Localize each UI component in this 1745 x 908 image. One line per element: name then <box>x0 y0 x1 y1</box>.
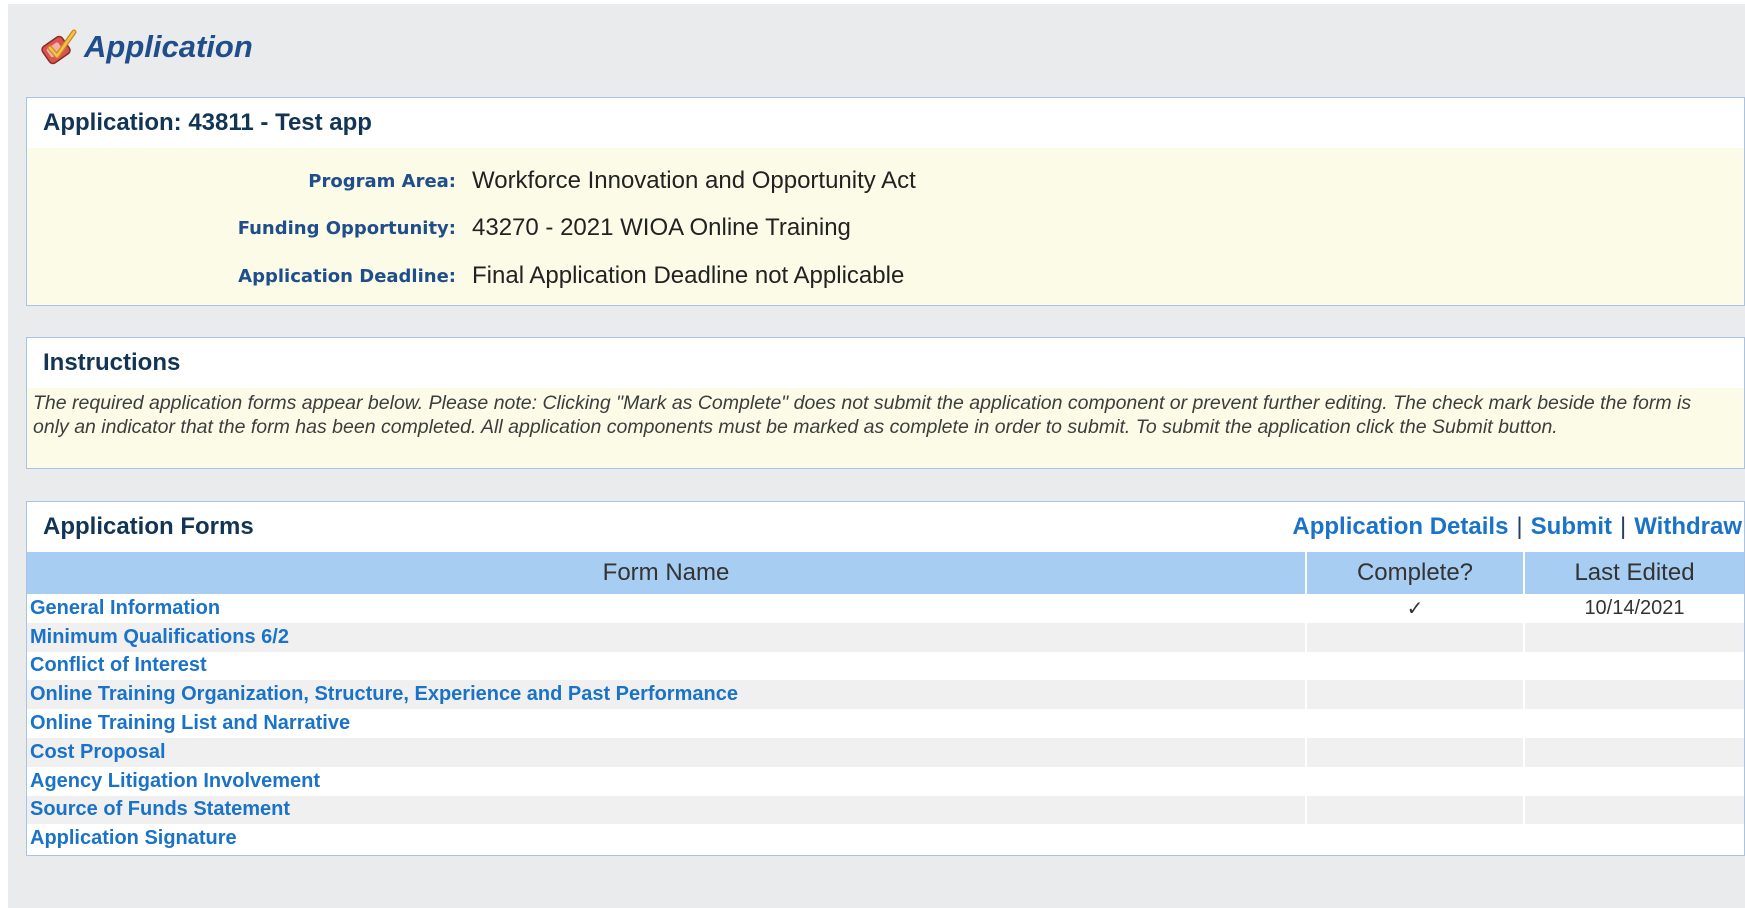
complete-cell <box>1306 622 1525 652</box>
complete-cell <box>1306 651 1525 681</box>
funding-opportunity-row: Funding Opportunity: 43270 - 2021 WIOA O… <box>27 208 1744 248</box>
application-details-link[interactable]: Application Details <box>1292 502 1508 552</box>
table-row: Cost Proposal <box>27 737 1744 767</box>
form-link-online-training-list[interactable]: Online Training List and Narrative <box>30 712 350 734</box>
form-link-application-signature[interactable]: Application Signature <box>30 827 237 849</box>
funding-opportunity-label: Funding Opportunity: <box>237 217 456 239</box>
table-row: Application Signature <box>27 824 1744 854</box>
program-area-row: Program Area: Workforce Innovation and O… <box>27 161 1744 201</box>
instructions-panel: Instructions The required application fo… <box>26 337 1745 469</box>
form-name-cell: Cost Proposal <box>27 737 1307 767</box>
form-name-cell: General Information <box>27 594 1307 623</box>
column-header-form-name: Form Name <box>27 552 1307 594</box>
complete-cell <box>1306 824 1525 854</box>
application-forms-panel: Application Forms Application Details | … <box>26 501 1745 856</box>
instructions-heading: Instructions <box>27 338 1744 388</box>
forms-heading: Application Forms <box>43 513 254 540</box>
table-row: Online Training List and Narrative <box>27 709 1744 738</box>
table-row: Online Training Organization, Structure,… <box>27 680 1744 710</box>
page-header: Application <box>36 22 253 72</box>
last-edited-cell <box>1524 622 1744 652</box>
last-edited-cell: 10/14/2021 <box>1524 594 1744 623</box>
complete-cell <box>1306 766 1525 796</box>
checkmark-clipboard-icon <box>36 26 78 68</box>
table-row: Agency Litigation Involvement <box>27 766 1744 796</box>
form-link-conflict-of-interest[interactable]: Conflict of Interest <box>30 654 207 676</box>
application-deadline-label: Application Deadline: <box>238 265 456 287</box>
last-edited-cell <box>1524 737 1744 767</box>
form-link-general-information[interactable]: General Information <box>30 597 220 619</box>
program-area-label: Program Area: <box>308 170 456 192</box>
form-link-source-of-funds[interactable]: Source of Funds Statement <box>30 798 290 820</box>
complete-cell <box>1306 709 1525 738</box>
application-details-panel: Application: 43811 - Test app Program Ar… <box>26 97 1745 306</box>
table-row: Minimum Qualifications 6/2 <box>27 622 1744 652</box>
table-header-row: Form Name Complete? Last Edited <box>27 552 1744 594</box>
complete-cell <box>1306 680 1525 710</box>
last-edited-cell <box>1524 795 1744 825</box>
column-header-last-edited: Last Edited <box>1524 552 1744 594</box>
application-deadline-value: Final Application Deadline not Applicabl… <box>472 262 905 289</box>
complete-cell <box>1306 737 1525 767</box>
funding-opportunity-value: 43270 - 2021 WIOA Online Training <box>472 214 851 241</box>
form-name-cell: Online Training Organization, Structure,… <box>27 680 1307 710</box>
table-row: General Information ✓ 10/14/2021 <box>27 594 1744 623</box>
link-separator: | <box>1516 513 1523 540</box>
forms-header: Application Forms Application Details | … <box>27 502 1744 552</box>
link-separator: | <box>1619 513 1627 540</box>
instructions-text: The required application forms appear be… <box>33 392 1692 438</box>
last-edited-cell <box>1524 680 1744 710</box>
forms-action-links: Application Details | Submit | Withdraw <box>1292 502 1742 552</box>
form-name-cell: Online Training List and Narrative <box>27 709 1307 738</box>
form-name-cell: Conflict of Interest <box>27 651 1307 681</box>
forms-table: Form Name Complete? Last Edited General … <box>27 552 1744 854</box>
table-row: Conflict of Interest <box>27 651 1744 681</box>
form-name-cell: Application Signature <box>27 824 1307 854</box>
last-edited-cell <box>1524 824 1744 854</box>
form-name-cell: Source of Funds Statement <box>27 795 1307 825</box>
page-container: Application Application: 43811 - Test ap… <box>8 4 1745 908</box>
complete-check-icon: ✓ <box>1306 594 1525 623</box>
withdraw-link[interactable]: Withdraw <box>1634 502 1742 552</box>
column-header-complete: Complete? <box>1306 552 1525 594</box>
application-deadline-row: Application Deadline: Final Application … <box>27 256 1744 296</box>
form-name-cell: Minimum Qualifications 6/2 <box>27 622 1307 652</box>
submit-link[interactable]: Submit <box>1531 502 1612 552</box>
table-row: Source of Funds Statement <box>27 795 1744 825</box>
last-edited-cell <box>1524 766 1744 796</box>
program-area-value: Workforce Innovation and Opportunity Act <box>472 167 916 194</box>
form-name-cell: Agency Litigation Involvement <box>27 766 1307 796</box>
form-link-cost-proposal[interactable]: Cost Proposal <box>30 741 166 763</box>
page-title: Application <box>84 29 253 64</box>
form-link-agency-litigation[interactable]: Agency Litigation Involvement <box>30 770 320 792</box>
form-link-online-training-organization[interactable]: Online Training Organization, Structure,… <box>30 683 738 705</box>
complete-cell <box>1306 795 1525 825</box>
application-heading: Application: 43811 - Test app <box>27 98 1744 148</box>
last-edited-cell <box>1524 709 1744 738</box>
last-edited-cell <box>1524 651 1744 681</box>
form-link-minimum-qualifications[interactable]: Minimum Qualifications 6/2 <box>30 626 289 648</box>
